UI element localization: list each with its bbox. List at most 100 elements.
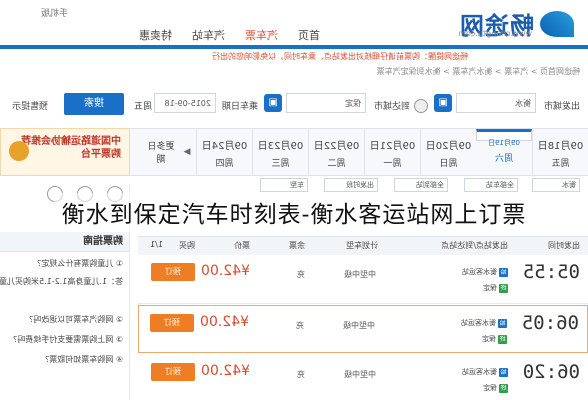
mobile-link[interactable]: 手机版 [41,6,68,19]
date-tab-date: 09月21日 [369,141,416,152]
start-tag-icon: 始 [499,268,508,277]
date-tab-weekday: 周一 [383,159,402,169]
promo-text: 中国道路运输协会推荐 购票平台 [21,135,121,161]
vehicle-type: 中型中级 [344,270,376,279]
bus-icon: ▣ [434,94,452,112]
date-tab-date: 09月18日 [537,141,584,152]
table-row-highlighted: 06:05 始衡水客运站 终保定 中型中级 充 ¥42.00 预订 [138,305,588,353]
date-tab-date: 09月22日 [313,141,360,152]
date-tab-selected[interactable]: 09月19日 周六 [476,129,532,164]
to-station: 终保定 [483,383,508,393]
col-vehicle: 计划车型 [346,241,378,250]
end-tag-icon: 终 [499,384,508,393]
seat-status: 充 [297,270,305,279]
date-tab-date: 09月20日 [425,141,472,152]
to-city-label: 到达城市 [373,102,410,112]
purchase-guide-title: 购票指南 [0,232,129,252]
promo-banner[interactable]: 中国道路运输协会推荐 购票平台 [0,128,130,176]
swap-cities-icon[interactable] [414,99,428,113]
from-station-name: 衡水客运站 [462,268,497,276]
caption-text: 衡水到保定汽车时刻表-衡水客运站网上订票 [53,193,535,231]
date-tab-weekday: 周六 [495,154,514,164]
col-departure-time[interactable]: 出发时间 [548,240,580,251]
col-seats: 余票 [289,241,305,250]
ticket-price: ¥42.00 [201,263,250,279]
from-station: 始衡水客运站 [462,267,508,277]
award-badge-icon [9,141,29,161]
date-tab-weekday: 周三 [271,159,290,169]
date-tab-date: 09月24日 [201,141,248,152]
more-dates-button[interactable]: 更多日期 [144,129,178,175]
seat-status: 充 [297,370,305,379]
search-button[interactable]: 搜索 [64,93,124,115]
ticket-price: ¥42.00 [201,363,250,379]
date-tab-date: 09月19日 [488,139,520,147]
pager[interactable]: 1/1 [150,240,163,249]
guide-item[interactable]: ① 儿童购票有什么规定？ [33,258,123,269]
logo-url: www.changtu.com [458,29,532,38]
to-station: 终保定 [482,334,507,344]
date-label: 乘车日期 [221,102,258,112]
promo-line1: 中国道路运输协会推荐 [21,136,121,147]
promo-line2: 购票平台 [81,149,121,160]
start-tag-icon: 始 [498,319,507,328]
seat-status: 充 [296,321,304,330]
date-tab-date: 09月23日 [257,141,304,152]
date-input[interactable]: 2015-09-18 [154,93,216,113]
overlay-caption: 衡水到保定汽车时刻表-衡水客运站网上订票 [0,190,588,234]
from-station-name: 衡水客运站 [462,368,497,376]
date-tab-weekday: 周二 [327,159,346,169]
schedule-table-header: 出发时间 出发站点/到达站点 计划车型 余票 票价 购买 1/1 [138,236,588,256]
book-button[interactable]: 预订 [151,263,195,281]
date-tab-weekday: 周日 [439,159,458,169]
to-station-name: 保定 [482,335,496,343]
date-tab[interactable]: 09月18日 周五 [532,129,588,175]
book-button[interactable]: 预订 [151,363,195,381]
from-city-input[interactable]: 衡水 [456,93,536,113]
book-button[interactable]: 预订 [150,314,194,332]
vehicle-type: 中型中级 [344,370,376,379]
vehicle-type: 中型中级 [343,321,375,330]
to-station-name: 保定 [483,384,497,392]
to-station-name: 保定 [483,284,497,292]
logo-icon [540,10,574,37]
to-city-input[interactable]: 保定 [286,93,366,113]
date-tab-weekday: 周四 [215,159,234,169]
from-station: 始衡水客运站 [462,367,508,377]
bus-icon: ▣ [264,94,282,112]
date-tab[interactable]: 09月22日 周二 [308,129,364,175]
guide-item[interactable]: ③ 网上购票需要支付手续费吗？ [9,334,123,345]
col-price[interactable]: 票价 [234,240,250,251]
guide-answer: 答：1.儿童身高1.2-1.5米购买儿童票 [0,277,123,286]
to-station: 终保定 [483,283,508,293]
departure-time: 06:05 [521,312,579,334]
from-station-name: 衡水客运站 [461,319,496,327]
date-tab-weekday: 周五 [551,159,570,169]
presale-tip[interactable]: 预售提示 [12,99,48,112]
col-action: 购买 [179,241,195,250]
breadcrumb: 畅途网首页 > 汽车票 > 衡水汽车票 > 衡水到保定汽车票 [376,67,580,76]
notice-bar: 畅途网提醒：购票前请仔细核对出发站点、乘车时间，以免影响您的出行 [212,52,468,61]
table-row: 06:20 始衡水客运站 终保定 中型中级 充 ¥42.00 预订 [138,355,588,400]
departure-time: 05:55 [522,261,580,283]
end-tag-icon: 终 [498,335,507,344]
page: 畅途网 www.changtu.com 首页 汽车票 汽车站 特卖惠 手机版 畅… [0,0,588,400]
start-tag-icon: 始 [499,368,508,377]
dates-next-arrow-icon[interactable]: ▶ [180,129,194,175]
guide-item[interactable]: ④ 网购车票如何取票？ [41,354,123,365]
date-tab[interactable]: 09月23日 周三 [252,129,308,175]
site-header: 畅途网 www.changtu.com 首页 汽车票 汽车站 特卖惠 手机版 [0,0,588,48]
guide-item[interactable]: ② 网购汽车票可以退改吗？ [25,314,123,325]
departure-time: 06:20 [522,361,580,383]
search-bar: 出发城市 衡水 ▣ 到达城市 保定 ▣ 乘车日期 2015-09-18 周五 搜… [0,90,588,120]
date-tab[interactable]: 09月21日 周一 [364,129,420,175]
end-tag-icon: 终 [499,284,508,293]
col-stations: 出发站点/到达站点 [441,241,508,250]
ticket-price: ¥42.00 [200,314,249,330]
date-weekday: 周五 [133,102,152,112]
from-city-label: 出发城市 [543,102,580,112]
date-tab[interactable]: 09月24日 周四 [196,129,252,175]
table-row: 05:55 始衡水客运站 终保定 中型中级 充 ¥42.00 预订 [138,255,588,304]
from-station: 始衡水客运站 [461,318,507,328]
date-tab[interactable]: 09月20日 周日 [420,129,476,175]
